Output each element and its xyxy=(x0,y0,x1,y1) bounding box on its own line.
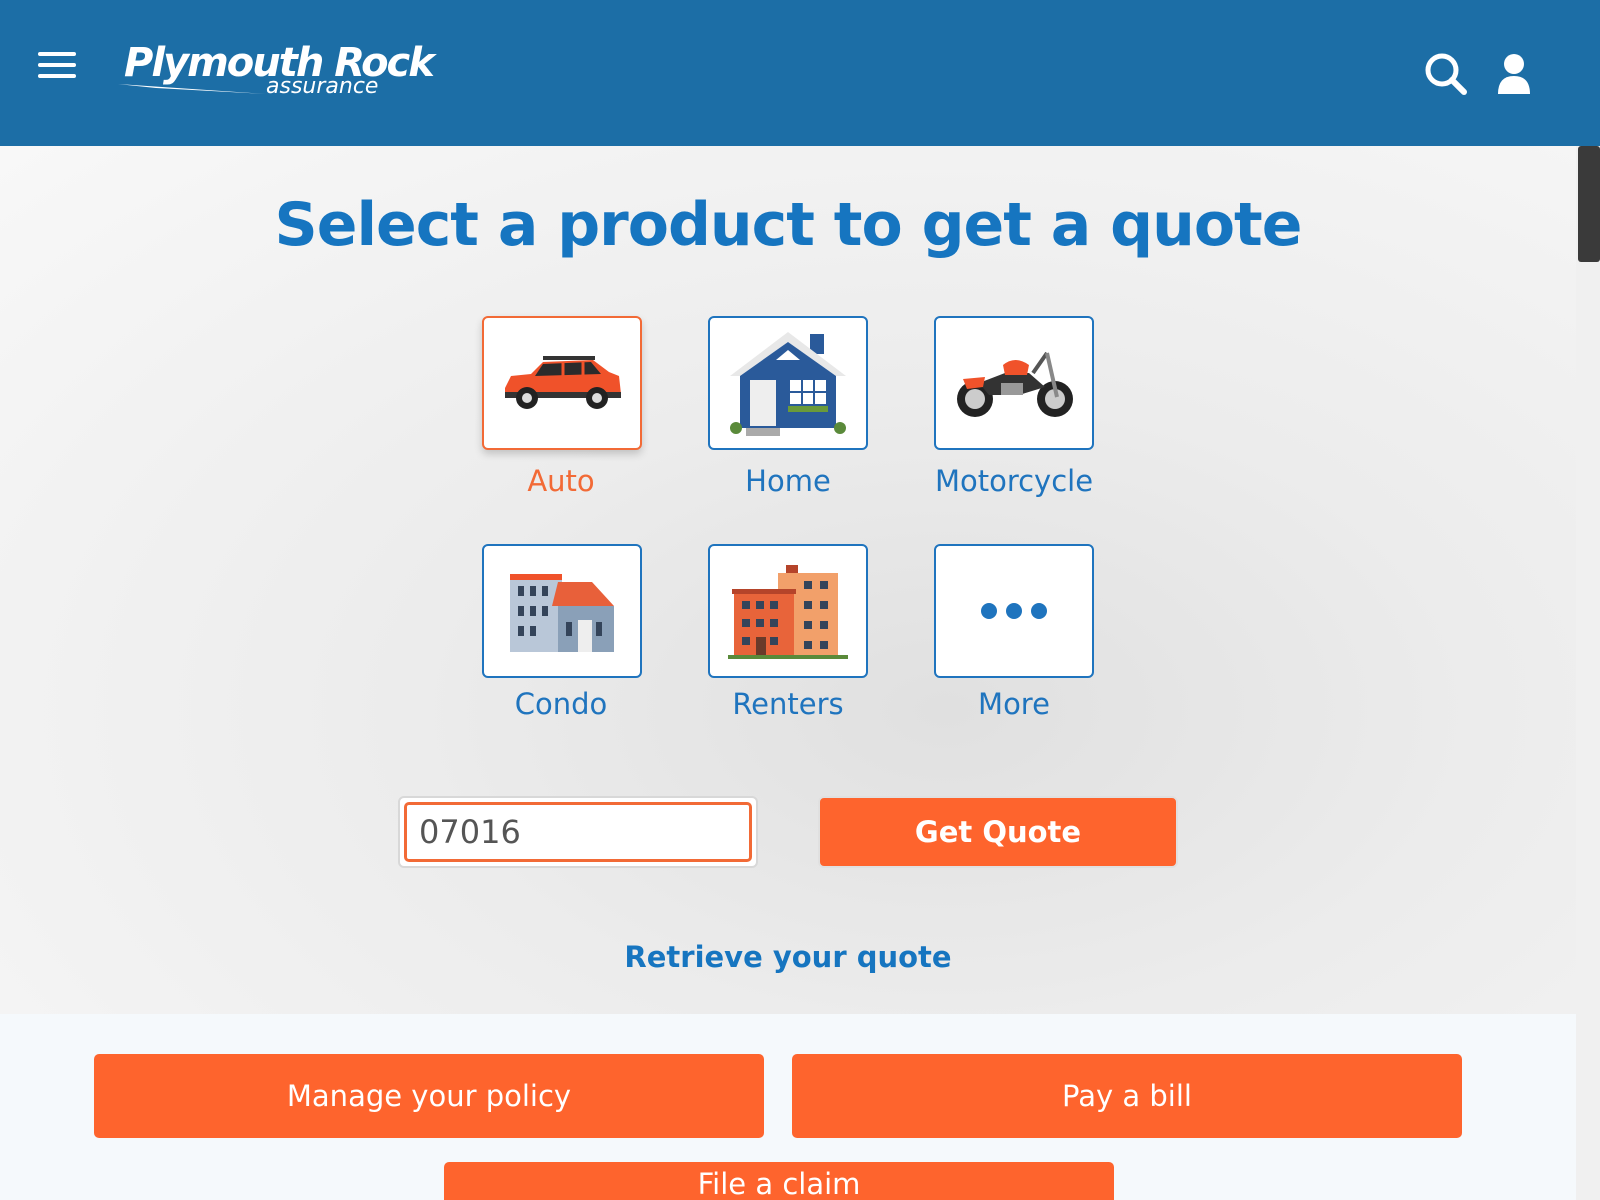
product-tile-more[interactable] xyxy=(934,544,1094,678)
product-label-auto[interactable]: Auto xyxy=(451,464,671,498)
plymouth-rock-logo[interactable]: Plymouth Rock assurance xyxy=(116,38,435,108)
condo-icon xyxy=(510,574,614,652)
zip-code-input[interactable] xyxy=(404,802,752,862)
product-tile-condo[interactable] xyxy=(482,544,642,678)
quote-section: Select a product to get a quote Auto Hom… xyxy=(0,146,1576,1014)
logo-swoosh-icon xyxy=(118,84,266,94)
product-label-home[interactable]: Home xyxy=(678,464,898,498)
account-actions-section: Manage your policy Pay a bill File a cla… xyxy=(0,1014,1576,1200)
scrollbar-thumb[interactable] xyxy=(1578,146,1600,262)
product-label-renters[interactable]: Renters xyxy=(678,687,898,721)
page-title: Select a product to get a quote xyxy=(274,190,1303,260)
product-tile-motorcycle[interactable] xyxy=(934,316,1094,450)
product-label-more[interactable]: More xyxy=(904,687,1124,721)
menu-icon[interactable] xyxy=(38,52,76,78)
product-tile-auto[interactable] xyxy=(482,316,642,450)
page-scrollbar[interactable] xyxy=(1576,146,1600,1200)
product-label-condo[interactable]: Condo xyxy=(451,687,671,721)
site-header: Plymouth Rock assurance xyxy=(0,0,1600,146)
retrieve-quote-link[interactable]: Retrieve your quote xyxy=(0,940,1576,974)
search-icon[interactable] xyxy=(1424,52,1468,96)
house-icon xyxy=(730,332,846,436)
get-quote-button[interactable]: Get Quote xyxy=(818,796,1178,868)
motorcycle-icon xyxy=(957,351,1073,417)
user-account-icon[interactable] xyxy=(1494,52,1534,96)
product-tile-home[interactable] xyxy=(708,316,868,450)
logo-sub-text: assurance xyxy=(266,74,379,99)
more-dots-icon xyxy=(981,603,1047,619)
pay-bill-button[interactable]: Pay a bill xyxy=(792,1054,1462,1138)
file-claim-button[interactable]: File a claim xyxy=(444,1162,1114,1200)
apartment-icon xyxy=(728,565,848,659)
car-icon xyxy=(505,356,621,409)
product-label-motorcycle[interactable]: Motorcycle xyxy=(904,464,1124,498)
manage-policy-button[interactable]: Manage your policy xyxy=(94,1054,764,1138)
product-tile-renters[interactable] xyxy=(708,544,868,678)
